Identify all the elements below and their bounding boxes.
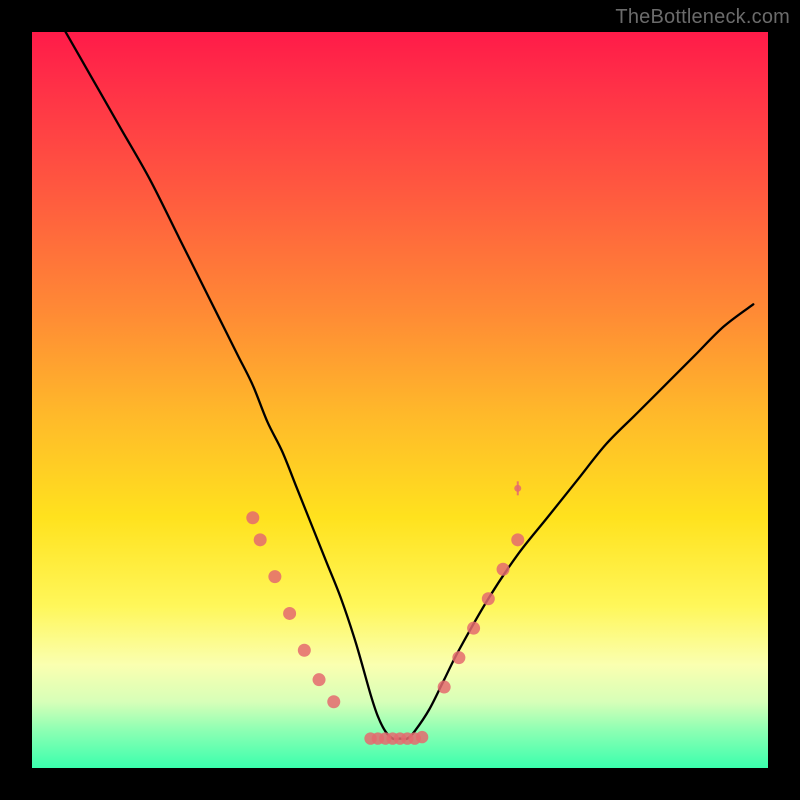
markers-valley <box>364 731 428 745</box>
data-point-marker <box>497 563 510 576</box>
outlier-dot <box>514 485 521 492</box>
chart-frame: TheBottleneck.com <box>0 0 800 800</box>
data-point-marker <box>511 533 524 546</box>
data-point-marker <box>283 607 296 620</box>
data-point-marker <box>327 695 340 708</box>
marker-outlier-tick <box>514 481 521 495</box>
markers-left <box>246 511 340 708</box>
data-point-marker <box>482 592 495 605</box>
data-point-marker <box>268 570 281 583</box>
chart-svg <box>32 32 768 768</box>
data-point-marker <box>438 681 451 694</box>
data-point-marker <box>416 731 428 743</box>
data-point-marker <box>313 673 326 686</box>
data-point-marker <box>298 644 311 657</box>
bottleneck-curve <box>61 25 753 739</box>
markers-right <box>438 533 525 693</box>
watermark-text: TheBottleneck.com <box>615 6 790 29</box>
data-point-marker <box>452 651 465 664</box>
data-point-marker <box>254 533 267 546</box>
data-point-marker <box>246 511 259 524</box>
plot-area <box>32 32 768 768</box>
data-point-marker <box>467 622 480 635</box>
